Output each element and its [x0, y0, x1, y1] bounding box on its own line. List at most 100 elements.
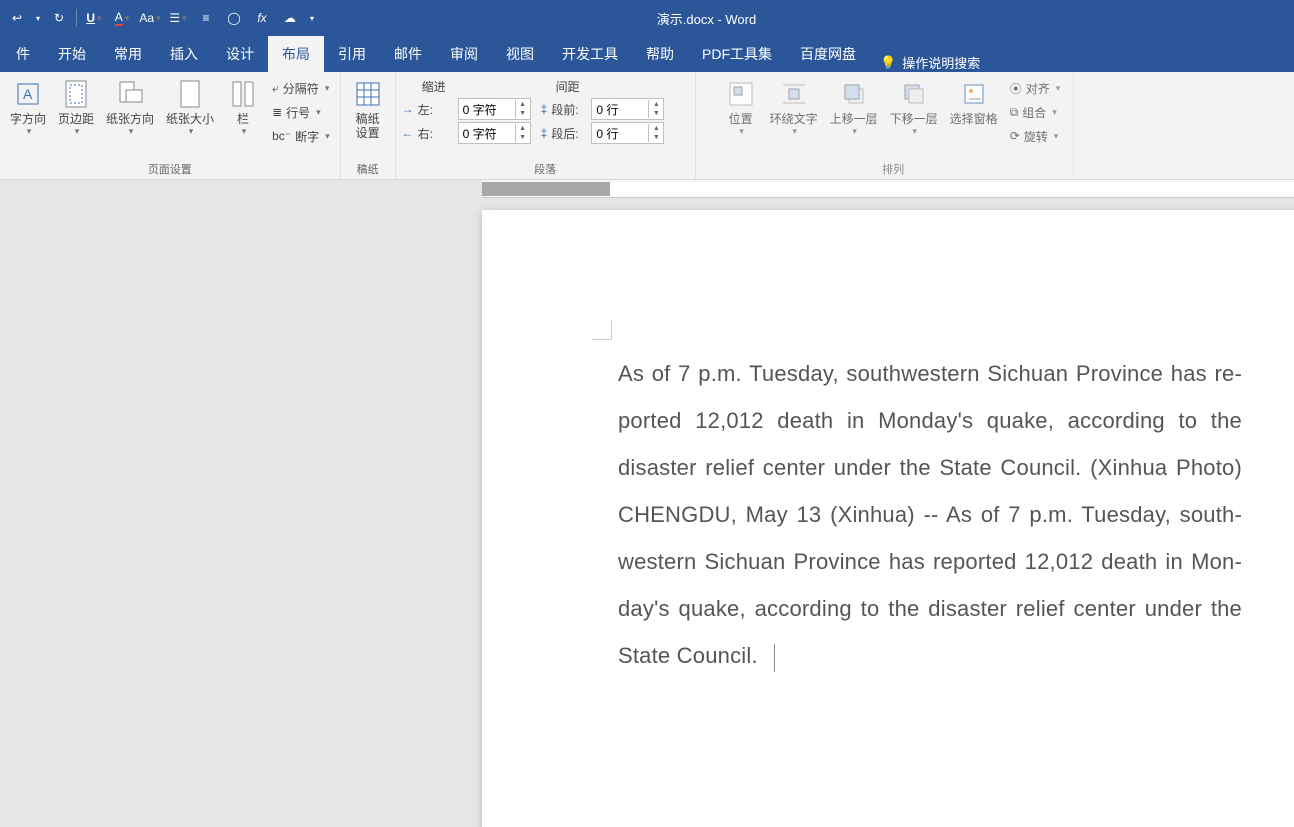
- spacing-header: 间距: [556, 78, 580, 95]
- bring-forward-icon: [838, 78, 870, 110]
- line-numbers-icon: ≣: [272, 105, 282, 119]
- bullets-button[interactable]: ☰▾: [165, 5, 191, 31]
- group-label-paragraph: 段落: [402, 159, 689, 180]
- orientation-icon: [114, 78, 146, 110]
- align-icon: ≡: [202, 11, 209, 25]
- spin-up[interactable]: ▲: [649, 124, 663, 133]
- wrap-text-button: 环绕文字▾: [766, 76, 822, 139]
- manuscript-icon: [352, 78, 384, 110]
- breaks-icon: ⤶: [272, 81, 279, 96]
- spin-up[interactable]: ▲: [516, 124, 530, 133]
- group-label-arrange: 排列: [720, 159, 1067, 180]
- group-label-page-setup: 页面设置: [6, 159, 334, 180]
- rotate-button: ⟳旋转▾: [1006, 124, 1065, 148]
- space-after-input[interactable]: [592, 126, 648, 140]
- tab-help[interactable]: 帮助: [632, 36, 688, 72]
- margins-icon: [60, 78, 92, 110]
- spin-down[interactable]: ▼: [516, 133, 530, 142]
- redo-icon: ↻: [54, 11, 64, 25]
- window-title: 演示.docx - Word: [319, 9, 1294, 28]
- document-page[interactable]: As of 7 p.m. Tuesday, southwestern Sichu…: [482, 210, 1294, 827]
- formula-icon: fx: [257, 11, 266, 25]
- font-color-button[interactable]: A▾: [109, 5, 135, 31]
- underline-button[interactable]: U▾: [81, 5, 107, 31]
- columns-icon: [227, 78, 259, 110]
- tab-home[interactable]: 开始: [44, 36, 100, 72]
- text-direction-button[interactable]: A 字方向 ▾: [6, 76, 50, 139]
- tab-common[interactable]: 常用: [100, 36, 156, 72]
- qat-customize[interactable]: ▾: [305, 5, 319, 31]
- position-button: 位置▾: [720, 76, 762, 139]
- cloud-button[interactable]: ☁: [277, 5, 303, 31]
- redo-button[interactable]: ↻: [46, 5, 72, 31]
- spin-down[interactable]: ▼: [516, 109, 530, 118]
- group-icon: ⧉: [1010, 105, 1019, 120]
- cloud-icon: ☁: [284, 11, 296, 25]
- tab-insert[interactable]: 插入: [156, 36, 212, 72]
- orientation-button[interactable]: 纸张方向 ▾: [102, 76, 158, 139]
- formula-button[interactable]: fx: [249, 5, 275, 31]
- chevron-down-icon: ▾: [310, 14, 314, 23]
- change-case-button[interactable]: Aa▾: [137, 5, 163, 31]
- chevron-down-icon: ▾: [242, 126, 247, 137]
- position-icon: [725, 78, 757, 110]
- ribbon-tabs: 件 开始 常用 插入 设计 布局 引用 邮件 审阅 视图 开发工具 帮助 PDF…: [0, 36, 1294, 72]
- tab-design[interactable]: 设计: [212, 36, 268, 72]
- breaks-button[interactable]: ⤶分隔符▾: [268, 76, 334, 100]
- tab-baidu-netdisk[interactable]: 百度网盘: [786, 36, 870, 72]
- chevron-down-icon: ▾: [75, 126, 80, 137]
- space-after-icon: ‡: [541, 126, 548, 140]
- margins-button[interactable]: 页边距 ▾: [54, 76, 98, 139]
- tab-developer[interactable]: 开发工具: [548, 36, 632, 72]
- ribbon: A 字方向 ▾ 页边距 ▾ 纸张方向 ▾ 纸张大小 ▾ 栏: [0, 72, 1294, 180]
- space-before-label: 段前:: [551, 101, 587, 118]
- indent-right-icon: ←: [402, 126, 414, 140]
- tab-pdf-tools[interactable]: PDF工具集: [688, 36, 786, 72]
- underline-icon: U: [86, 11, 95, 25]
- chevron-down-icon: ▾: [27, 126, 32, 137]
- indent-left-icon: →: [402, 102, 414, 116]
- text-direction-icon: A: [12, 78, 44, 110]
- space-before-input[interactable]: [592, 102, 648, 116]
- manuscript-settings-button[interactable]: 稿纸设置: [347, 76, 389, 142]
- indent-left-spinner[interactable]: ▲▼: [458, 98, 531, 120]
- document-body-text[interactable]: As of 7 p.m. Tuesday, southwestern Sichu…: [618, 350, 1242, 679]
- space-after-label: 段后:: [551, 125, 587, 142]
- undo-dropdown[interactable]: ▾: [32, 5, 44, 31]
- tab-layout[interactable]: 布局: [268, 36, 324, 72]
- indent-right-spinner[interactable]: ▲▼: [458, 122, 531, 144]
- indent-right-input[interactable]: [459, 126, 515, 140]
- spin-up[interactable]: ▲: [516, 100, 530, 109]
- indent-left-input[interactable]: [459, 102, 515, 116]
- align-objects-icon: ⦿: [1010, 80, 1022, 97]
- tab-mailings[interactable]: 邮件: [380, 36, 436, 72]
- line-numbers-button[interactable]: ≣行号▾: [268, 100, 334, 124]
- tab-references[interactable]: 引用: [324, 36, 380, 72]
- title-bar: ↩ ▾ ↻ U▾ A▾ Aa▾ ☰▾ ≡ ◯ fx ☁ ▾ 演示.docx - …: [0, 0, 1294, 36]
- tell-me-search[interactable]: 💡 操作说明搜索: [870, 53, 990, 72]
- tab-view[interactable]: 视图: [492, 36, 548, 72]
- tab-file[interactable]: 件: [2, 36, 44, 72]
- undo-icon: ↩: [12, 11, 22, 25]
- group-objects-button: ⧉组合▾: [1006, 100, 1065, 124]
- selection-pane-button[interactable]: 选择窗格: [946, 76, 1002, 128]
- undo-button[interactable]: ↩: [4, 5, 30, 31]
- margin-corner-tl: [592, 320, 612, 340]
- shape-button[interactable]: ◯: [221, 5, 247, 31]
- space-after-spinner[interactable]: ▲▼: [591, 122, 664, 144]
- columns-button[interactable]: 栏 ▾: [222, 76, 264, 139]
- horizontal-ruler[interactable]: [482, 180, 1294, 198]
- font-color-icon: A: [115, 10, 123, 26]
- space-before-spinner[interactable]: ▲▼: [591, 98, 664, 120]
- chevron-down-icon: ▾: [189, 126, 194, 137]
- size-button[interactable]: 纸张大小 ▾: [162, 76, 218, 139]
- page-size-icon: [174, 78, 206, 110]
- hyphenation-button[interactable]: bc⁻断字▾: [268, 124, 334, 148]
- group-page-setup: A 字方向 ▾ 页边距 ▾ 纸张方向 ▾ 纸张大小 ▾ 栏: [0, 72, 341, 180]
- spin-down[interactable]: ▼: [649, 109, 663, 118]
- bring-forward-button: 上移一层▾: [826, 76, 882, 139]
- align-button[interactable]: ≡: [193, 5, 219, 31]
- spin-down[interactable]: ▼: [649, 133, 663, 142]
- tab-review[interactable]: 审阅: [436, 36, 492, 72]
- spin-up[interactable]: ▲: [649, 100, 663, 109]
